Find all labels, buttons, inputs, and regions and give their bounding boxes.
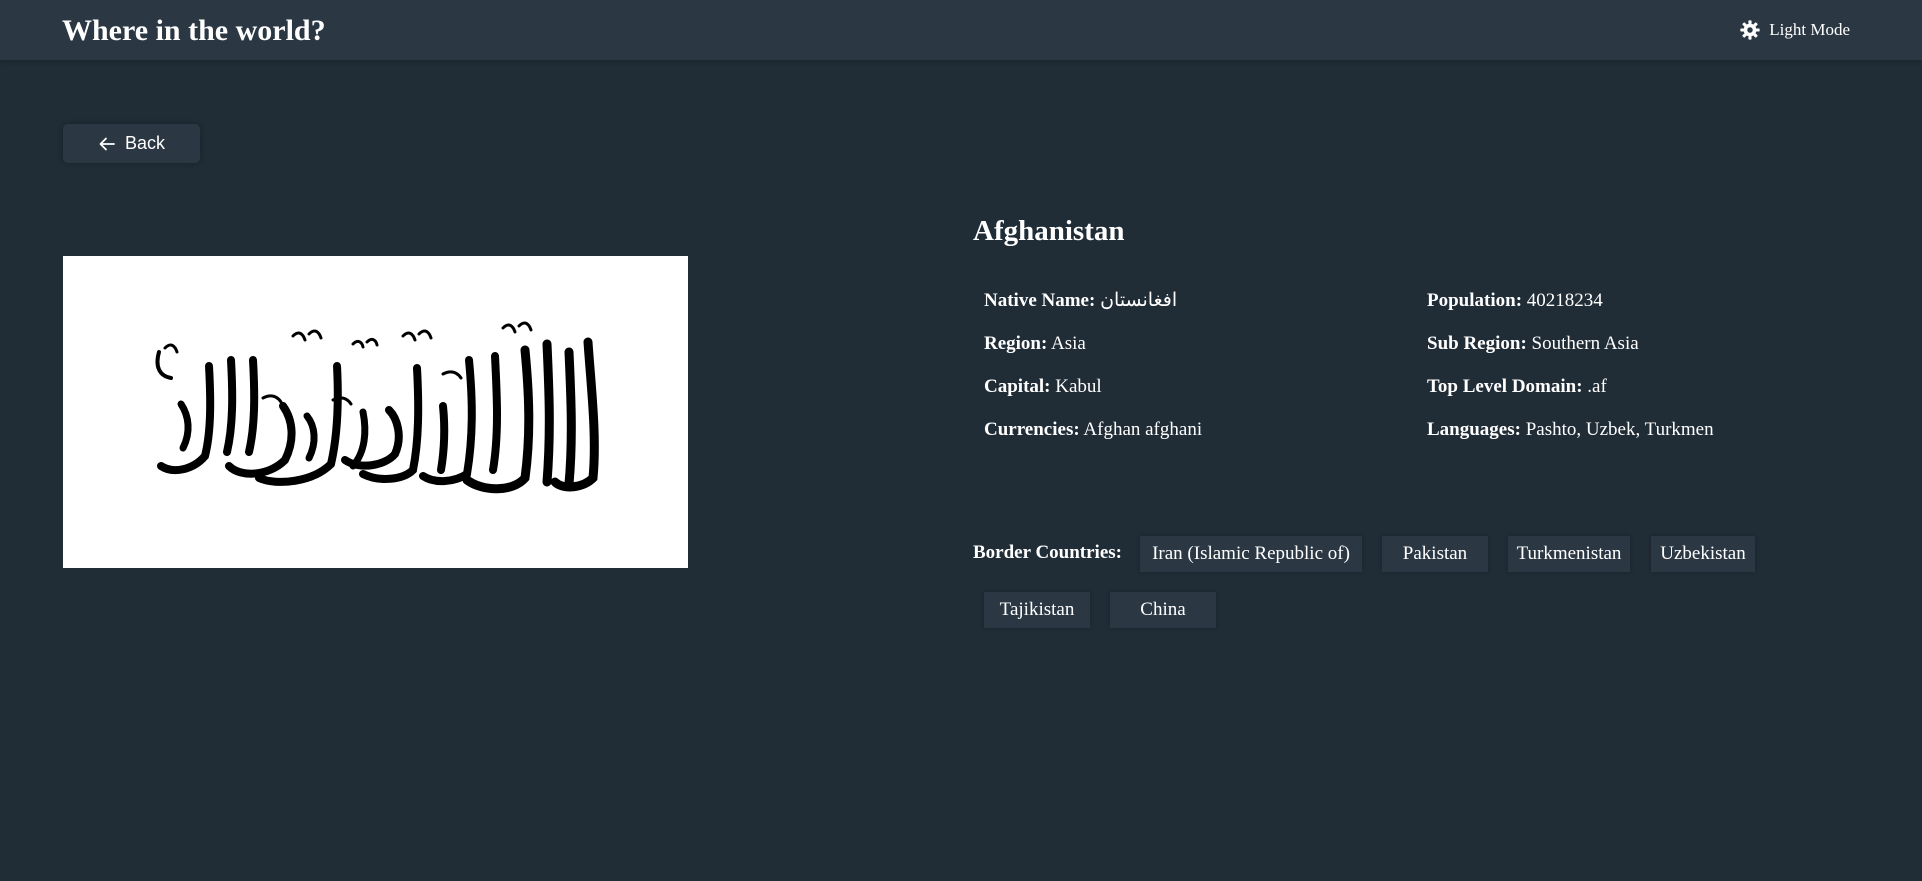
detail-label: Population: bbox=[1427, 290, 1523, 311]
back-button[interactable]: Back bbox=[63, 124, 200, 163]
country-name: Afghanistan bbox=[973, 215, 1125, 247]
border-countries-label: Border Countries: bbox=[973, 542, 1122, 563]
detail-value: Afghan afghani bbox=[1083, 419, 1203, 440]
detail-label: Currencies: bbox=[984, 419, 1080, 440]
detail-value: Pashto, Uzbek, Turkmen bbox=[1525, 419, 1714, 440]
detail-label: Sub Region: bbox=[1427, 333, 1527, 354]
border-chip-turkmenistan[interactable]: Turkmenistan bbox=[1508, 536, 1630, 572]
top-level-domain-row: Top Level Domain: .af bbox=[1427, 365, 1714, 408]
flag-image bbox=[63, 256, 688, 568]
arrow-left-icon bbox=[98, 135, 116, 153]
capital-row: Capital: Kabul bbox=[984, 365, 1202, 408]
detail-label: Region: bbox=[984, 333, 1048, 354]
detail-value: افغانستان bbox=[1100, 290, 1178, 311]
population-row: Population: 40218234 bbox=[1427, 279, 1714, 322]
sub-region-row: Sub Region: Southern Asia bbox=[1427, 322, 1714, 365]
country-flag bbox=[63, 256, 688, 568]
border-chip-iran[interactable]: Iran (Islamic Republic of) bbox=[1140, 536, 1362, 572]
detail-value: Asia bbox=[1051, 333, 1086, 354]
border-chip-china[interactable]: China bbox=[1110, 592, 1216, 628]
app-title: Where in the world? bbox=[62, 14, 326, 47]
details-right: Population: 40218234 Sub Region: Souther… bbox=[1427, 279, 1714, 451]
border-chip-tajikistan[interactable]: Tajikistan bbox=[984, 592, 1090, 628]
region-row: Region: Asia bbox=[984, 322, 1202, 365]
border-chip-uzbekistan[interactable]: Uzbekistan bbox=[1651, 536, 1755, 572]
detail-label: Top Level Domain: bbox=[1427, 376, 1583, 397]
theme-toggle-button[interactable]: Light Mode bbox=[1739, 17, 1850, 43]
detail-value: .af bbox=[1587, 376, 1607, 397]
back-button-label: Back bbox=[124, 133, 166, 153]
sun-gear-icon bbox=[1739, 19, 1761, 41]
theme-toggle-label: Light Mode bbox=[1769, 20, 1850, 39]
border-chip-pakistan[interactable]: Pakistan bbox=[1382, 536, 1488, 572]
detail-label: Native Name: bbox=[984, 290, 1096, 311]
detail-label: Languages: bbox=[1427, 419, 1521, 440]
detail-value: Southern Asia bbox=[1531, 333, 1639, 354]
detail-label: Capital: bbox=[984, 376, 1051, 397]
detail-value: Kabul bbox=[1055, 376, 1102, 397]
top-header: Where in the world? Light Mode bbox=[0, 0, 1922, 60]
languages-row: Languages: Pashto, Uzbek, Turkmen bbox=[1427, 408, 1714, 451]
details-left: Native Name: افغانستان Region: Asia Capi… bbox=[984, 279, 1202, 451]
currencies-row: Currencies: Afghan afghani bbox=[984, 408, 1202, 451]
native-name-row: Native Name: افغانستان bbox=[984, 279, 1202, 322]
detail-value: 40218234 bbox=[1526, 290, 1603, 311]
